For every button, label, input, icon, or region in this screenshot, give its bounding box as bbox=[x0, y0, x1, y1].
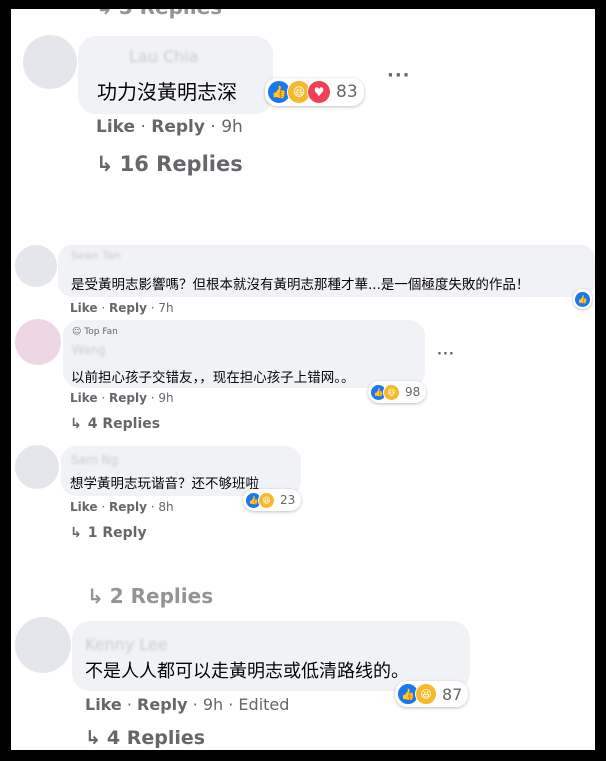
view-replies-link[interactable]: ↳ 4 Replies bbox=[85, 727, 205, 749]
like-button[interactable]: Like bbox=[85, 695, 122, 714]
reply-button[interactable]: Reply bbox=[109, 301, 147, 315]
reply-arrow-icon: ↳ bbox=[87, 584, 104, 608]
comment-author[interactable]: Kenny Lee bbox=[85, 635, 168, 654]
comment-time[interactable]: 7h bbox=[158, 301, 173, 315]
replies-link-cut[interactable]: ↳5 Replies bbox=[96, 9, 222, 19]
reply-arrow-icon: ↳ bbox=[96, 9, 113, 19]
like-button[interactable]: Like bbox=[70, 391, 98, 405]
reply-button[interactable]: Reply bbox=[151, 117, 205, 137]
comment-text: 以前担心孩子交错友，，现在担心孩子上错网。。 bbox=[71, 370, 355, 386]
replies-link-cut[interactable]: ↳ 2 Replies bbox=[87, 584, 213, 608]
comment-time[interactable]: 8h bbox=[158, 500, 173, 514]
comment-time[interactable]: 9h bbox=[221, 117, 243, 137]
like-button[interactable]: Like bbox=[70, 301, 98, 315]
comment-time[interactable]: 9h bbox=[203, 695, 223, 714]
top-fan-badge: ☺ Top Fan bbox=[72, 327, 118, 337]
reply-arrow-icon: ↳ bbox=[70, 525, 82, 541]
comment-actions: Like · Reply · 7h bbox=[70, 301, 174, 315]
view-replies-link[interactable]: ↳ 1 Reply bbox=[70, 525, 147, 541]
comment-text: 是受黃明志影響嗎？但根本就沒有黃明志那種才華...是一個極度失敗的作品！ bbox=[71, 277, 530, 293]
comment-author[interactable]: Sam Ng bbox=[71, 453, 118, 467]
comment-author[interactable]: Sean Tan bbox=[71, 249, 121, 262]
reaction-count: 98 bbox=[405, 385, 421, 399]
reaction-count: 83 bbox=[336, 82, 358, 102]
reply-arrow-icon: ↳ bbox=[96, 152, 114, 176]
comment-author[interactable]: Wang bbox=[72, 343, 106, 357]
avatar[interactable] bbox=[15, 445, 59, 489]
haha-reaction-icon: 😆 bbox=[383, 383, 400, 401]
reaction-summary[interactable]: 👍 😆 87 bbox=[395, 681, 469, 707]
comment-text: 功力沒黃明志深 bbox=[97, 80, 237, 104]
love-reaction-icon: ♥ bbox=[307, 80, 331, 104]
comment-text: 不是人人都可以走黃明志或低清路线的。 bbox=[85, 661, 409, 682]
reaction-count: 23 bbox=[280, 493, 296, 507]
more-options-icon[interactable]: ··· bbox=[387, 65, 411, 86]
reply-button[interactable]: Reply bbox=[109, 500, 147, 514]
avatar[interactable] bbox=[23, 35, 77, 89]
comment-actions: Like · Reply · 9h bbox=[70, 391, 174, 405]
comment-text: 想学黃明志玩谐音？还不够班啦 bbox=[70, 476, 259, 492]
reaction-count: 87 bbox=[442, 684, 463, 704]
haha-reaction-icon: 😆 bbox=[415, 683, 437, 705]
haha-reaction-icon: 😆 bbox=[258, 491, 275, 509]
comments-panel: ↳5 Replies Lau Chia 功力沒黃明志深 👍 😆 ♥ 83 ···… bbox=[11, 9, 595, 750]
like-reaction-icon: 👍 bbox=[574, 290, 591, 308]
avatar[interactable] bbox=[15, 245, 57, 287]
like-button[interactable]: Like bbox=[96, 117, 135, 137]
view-replies-link[interactable]: ↳ 16 Replies bbox=[96, 152, 243, 176]
comment-time[interactable]: 9h bbox=[158, 391, 173, 405]
reaction-summary[interactable]: 👍 😆 23 bbox=[243, 489, 302, 511]
reply-arrow-icon: ↳ bbox=[70, 416, 82, 432]
reaction-summary[interactable]: 👍 bbox=[573, 289, 592, 309]
comment-author[interactable]: Lau Chia bbox=[129, 47, 199, 66]
reaction-summary[interactable]: 👍 😆 ♥ 83 bbox=[265, 78, 364, 106]
comment-actions: Like · Reply · 8h bbox=[70, 500, 174, 514]
more-options-icon[interactable]: ··· bbox=[437, 347, 455, 362]
comment-actions: Like · Reply · 9h · Edited bbox=[85, 695, 290, 714]
view-replies-link[interactable]: ↳ 4 Replies bbox=[70, 416, 160, 432]
reply-arrow-icon: ↳ bbox=[85, 727, 101, 749]
top-fan-icon: ☺ bbox=[72, 327, 82, 337]
reply-button[interactable]: Reply bbox=[137, 695, 188, 714]
avatar[interactable] bbox=[15, 319, 61, 365]
avatar[interactable] bbox=[15, 617, 71, 673]
reply-button[interactable]: Reply bbox=[109, 391, 147, 405]
edited-label: Edited bbox=[238, 695, 290, 714]
comment-actions: Like · Reply · 9h bbox=[96, 117, 243, 137]
like-button[interactable]: Like bbox=[70, 500, 98, 514]
reaction-summary[interactable]: 👍 😆 98 bbox=[368, 381, 427, 403]
